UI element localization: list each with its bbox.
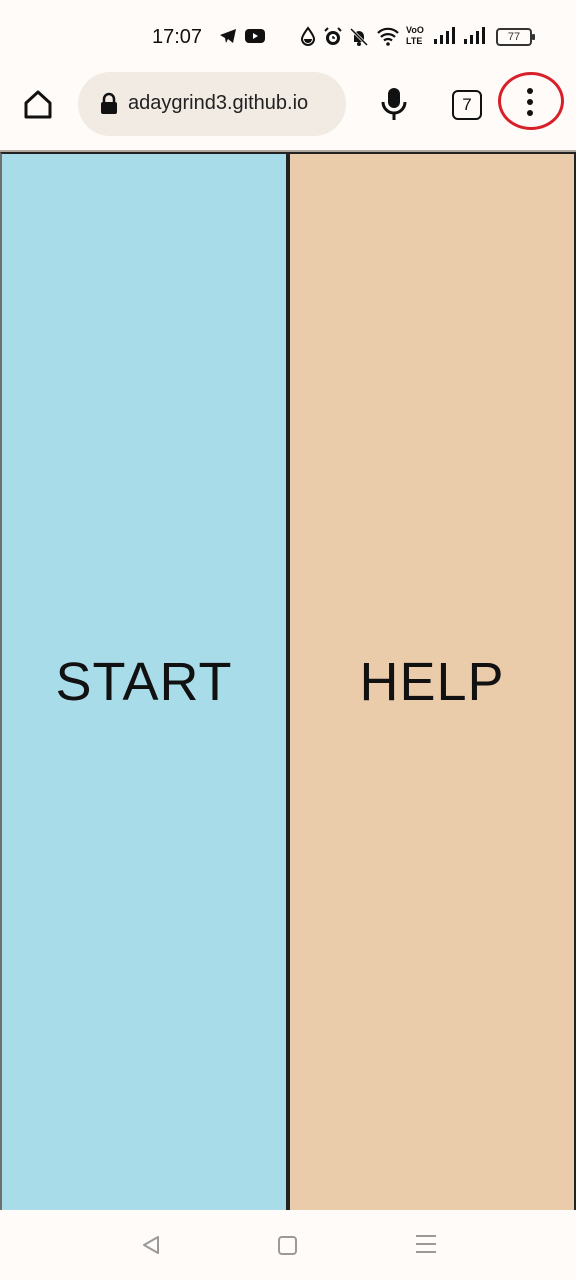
- back-icon: [143, 1236, 159, 1254]
- home-button[interactable]: [20, 86, 56, 122]
- svg-text:LTE: LTE: [406, 36, 422, 46]
- browser-toolbar: adaygrind3.github.io 7: [0, 72, 576, 150]
- microphone-icon: [381, 88, 407, 120]
- more-vert-icon: [527, 88, 533, 121]
- system-nav-bar: [0, 1210, 576, 1280]
- home-square-icon[interactable]: [278, 1236, 297, 1255]
- telegram-icon: [218, 26, 238, 51]
- address-bar[interactable]: adaygrind3.github.io: [78, 72, 346, 136]
- volte-icon: VoO LTE: [404, 24, 428, 51]
- status-bar: 17:07 VoO LTE 77: [0, 0, 576, 72]
- tab-switcher-button[interactable]: 7: [452, 90, 482, 120]
- status-time: 17:07: [152, 26, 203, 48]
- svg-text:VoO: VoO: [406, 25, 424, 35]
- water-drop-icon: [300, 26, 316, 51]
- mute-bell-icon: [348, 26, 370, 53]
- help-button[interactable]: HELP: [288, 152, 576, 1212]
- start-button[interactable]: START: [0, 152, 288, 1212]
- recents-icon[interactable]: [416, 1235, 436, 1259]
- signal-icon: [462, 26, 488, 51]
- wifi-icon: [376, 26, 400, 51]
- overflow-menu-button[interactable]: [498, 72, 566, 132]
- signal-icon: [432, 26, 458, 51]
- help-label: HELP: [359, 652, 505, 712]
- page-content: START HELP: [0, 150, 576, 1212]
- youtube-icon: [244, 26, 266, 51]
- home-icon: [24, 90, 52, 119]
- lock-icon: [100, 92, 118, 116]
- voice-search-button[interactable]: [378, 86, 410, 122]
- alarm-icon: [322, 26, 344, 53]
- start-label: START: [55, 652, 233, 712]
- back-button[interactable]: [140, 1234, 162, 1261]
- battery-icon: 77: [496, 28, 535, 46]
- url-text: adaygrind3.github.io: [128, 92, 309, 114]
